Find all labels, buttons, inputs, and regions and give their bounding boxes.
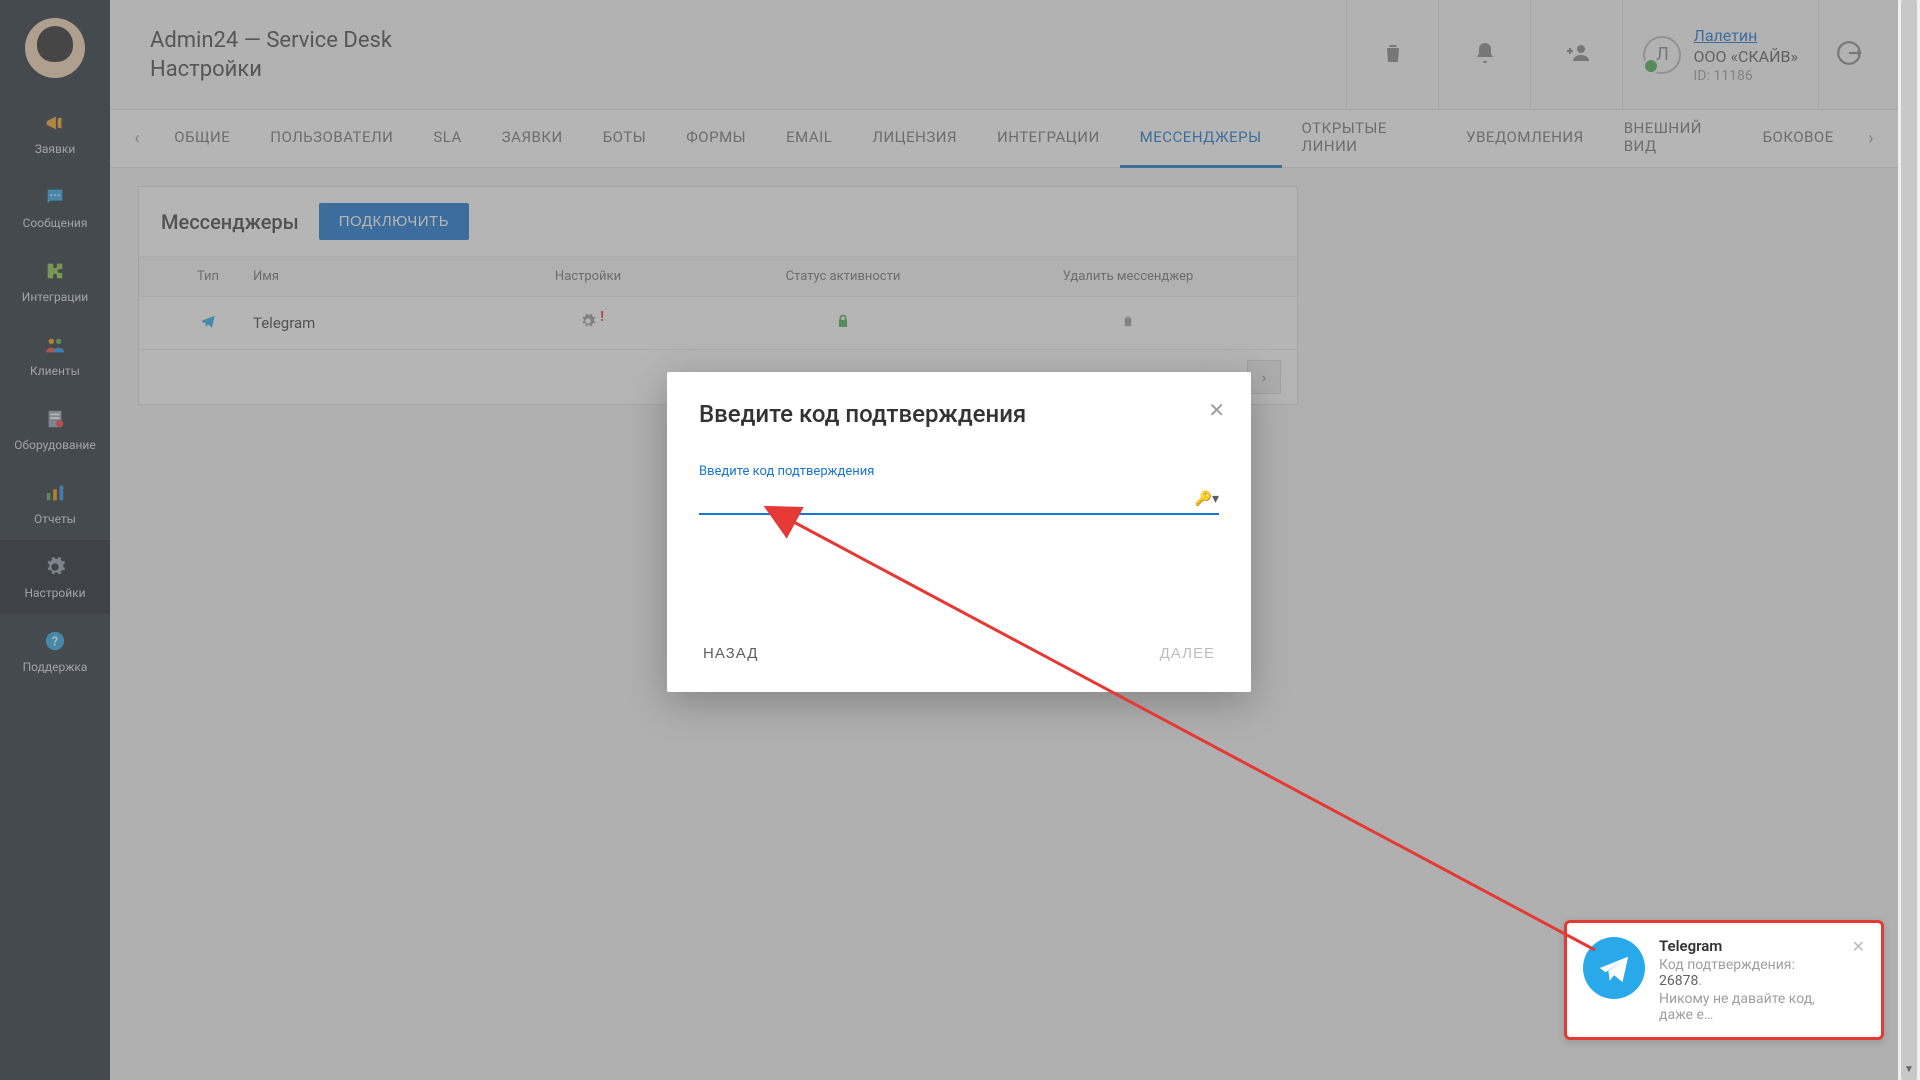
scrollbar-down[interactable]: ▼ — [1898, 1058, 1920, 1080]
modal-next-button[interactable]: ДАЛЕЕ — [1156, 635, 1219, 672]
toast-title: Telegram — [1659, 937, 1838, 955]
toast-line1: Код подтверждения: 26878. — [1659, 957, 1838, 989]
confirmation-code-input[interactable] — [699, 479, 1219, 515]
telegram-toast-icon — [1583, 937, 1645, 999]
confirmation-code-modal: Введите код подтверждения ✕ Введите код … — [667, 372, 1251, 692]
toast-close-button[interactable]: ✕ — [1852, 937, 1865, 956]
modal-back-button[interactable]: НАЗАД — [699, 635, 762, 672]
scrollbar-thumb[interactable] — [1901, 0, 1917, 1080]
browser-scrollbar[interactable]: ▲ ▼ — [1898, 0, 1920, 1080]
toast-line2: Никому не давайте код, даже е… — [1659, 991, 1838, 1023]
key-icon[interactable]: 🔑▾ — [1195, 491, 1219, 507]
close-icon: ✕ — [1208, 398, 1225, 422]
modal-close-button[interactable]: ✕ — [1208, 398, 1225, 422]
close-icon: ✕ — [1852, 937, 1865, 956]
modal-title: Введите код подтверждения — [699, 400, 1219, 428]
modal-field-label: Введите код подтверждения — [699, 464, 1219, 479]
telegram-toast[interactable]: Telegram Код подтверждения: 26878. Ником… — [1564, 920, 1884, 1040]
